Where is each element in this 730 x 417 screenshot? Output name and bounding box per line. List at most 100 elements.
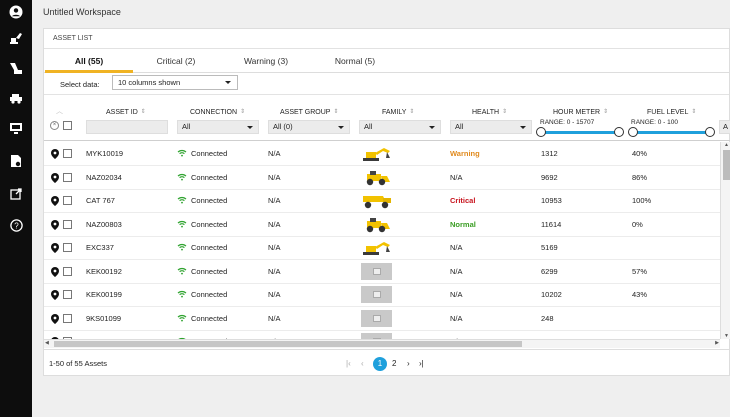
col-health[interactable]: HEALTH ⇕ (472, 108, 507, 116)
asset-list-panel: ASSET LIST All (55) Critical (2) Warning… (43, 28, 730, 376)
table-row[interactable]: CJB00524ConnectedN/AN/A367955% (44, 330, 720, 339)
tab-critical[interactable]: Critical (2) (139, 49, 213, 73)
row-checkbox[interactable] (63, 172, 72, 182)
scroll-down-icon[interactable]: ▼ (724, 333, 729, 339)
sort-icon: ⇕ (691, 109, 697, 115)
asset-group: N/A (268, 290, 281, 299)
health-filter[interactable]: All (450, 120, 532, 134)
asset-id[interactable]: NAZ00803 (86, 220, 122, 229)
fuel-level: 43% (632, 290, 648, 299)
first-page-button[interactable]: |‹ (346, 359, 351, 368)
truck-icon[interactable] (6, 88, 26, 108)
sort-icon: ⇕ (409, 109, 415, 115)
next-column-filter[interactable]: A (719, 120, 730, 134)
col-asset-id[interactable]: ASSET ID ⇕ (106, 108, 146, 116)
excavator-icon[interactable] (6, 28, 26, 48)
row-checkbox[interactable] (63, 149, 72, 158)
horizontal-scrollbar[interactable]: ◀ ▶ (44, 339, 720, 348)
scroll-right-icon[interactable]: ▶ (715, 340, 719, 346)
hour-meter-min-handle[interactable] (536, 127, 546, 137)
map-pin-icon[interactable] (51, 243, 59, 253)
hour-meter: 10953 (541, 196, 562, 205)
map-pin-icon[interactable] (51, 290, 59, 300)
asset-id[interactable]: KEK00199 (86, 290, 122, 299)
col-asset-group[interactable]: ASSET GROUP ⇕ (280, 108, 338, 116)
fuel-level-min-handle[interactable] (628, 127, 638, 137)
table-row[interactable]: KEK00199 Connected N/A N/A 10202 43% (44, 283, 720, 307)
select-all-checkbox[interactable] (63, 121, 72, 130)
asset-id[interactable]: MYK10019 (86, 149, 123, 158)
wifi-icon (177, 220, 187, 227)
table-row[interactable]: EXC337 Connected N/A N/A 5169 (44, 236, 720, 260)
table-row[interactable]: KEK00192 Connected N/A N/A 6299 57% (44, 260, 720, 284)
tab-all[interactable]: All (55) (45, 49, 133, 73)
row-checkbox[interactable] (63, 219, 72, 229)
asset-group-filter[interactable]: All (0) (268, 120, 350, 134)
table-row[interactable]: CAT 767 Connected N/A Critical 10953 100% (44, 189, 720, 213)
vertical-scrollbar[interactable]: ▲ ▼ (720, 142, 730, 339)
asset-group: N/A (268, 266, 281, 276)
asset-id-filter[interactable] (86, 120, 168, 134)
asset-id[interactable]: 9KS01099 (86, 314, 121, 323)
page-1-button[interactable]: 1 (373, 357, 387, 371)
scroll-up-icon[interactable]: ▲ (724, 142, 729, 148)
hour-meter: 1312 (541, 149, 558, 158)
map-pin-icon[interactable] (51, 149, 59, 159)
map-pin-icon[interactable] (51, 219, 59, 230)
chevron-down-icon (520, 126, 526, 129)
map-pin-icon[interactable] (51, 172, 59, 183)
loader-icon[interactable] (6, 58, 26, 78)
row-checkbox[interactable] (63, 266, 72, 276)
fuel-level-range: RANGE: 0 - 100 (631, 119, 678, 126)
connection-filter[interactable]: All (177, 120, 259, 134)
wifi-icon (177, 314, 187, 321)
col-hour-meter[interactable]: HOUR METER ⇕ (553, 108, 608, 116)
asset-id[interactable]: CAT 767 (86, 196, 115, 205)
sort-up-icon: ︿ (56, 108, 63, 115)
col-family[interactable]: FAMILY ⇕ (382, 108, 414, 116)
hour-meter-max-handle[interactable] (614, 127, 624, 137)
fuel-level: 100% (632, 196, 652, 205)
map-pin-icon[interactable] (51, 266, 59, 277)
sort-icon: ⇕ (603, 109, 609, 115)
next-page-button[interactable]: › (407, 359, 410, 368)
clear-filters-icon[interactable]: × (50, 121, 59, 130)
map-pin-icon[interactable] (51, 196, 59, 206)
row-checkbox[interactable] (63, 313, 72, 323)
user-icon[interactable] (6, 2, 26, 22)
health-status: Warning (450, 149, 480, 158)
page-2-button[interactable]: 2 (392, 359, 396, 368)
asset-id[interactable]: NAZ02034 (86, 173, 122, 182)
table-row[interactable]: NAZ02034 Connected N/A N/A 9692 86% (44, 166, 720, 190)
select-data-row: Select data: 10 columns shown (44, 73, 729, 95)
columns-select[interactable]: 10 columns shown (112, 75, 238, 90)
report-icon[interactable] (6, 151, 26, 171)
tab-warning[interactable]: Warning (3) (227, 49, 305, 73)
col-connection[interactable]: CONNECTION ⇕ (190, 108, 245, 116)
table-row[interactable]: MYK10019 Connected N/A Warning 1312 40% (44, 142, 720, 166)
asset-id[interactable]: EXC337 (86, 243, 114, 252)
map-pin-icon[interactable] (51, 313, 59, 324)
fuel-level-max-handle[interactable] (705, 127, 715, 137)
row-checkbox[interactable] (63, 290, 72, 299)
wifi-icon (177, 290, 187, 298)
scroll-left-icon[interactable]: ◀ (45, 340, 49, 346)
prev-page-button[interactable]: ‹ (361, 359, 364, 368)
last-page-button[interactable]: ›| (419, 359, 424, 368)
vertical-scroll-thumb[interactable] (723, 150, 730, 180)
table-row[interactable]: NAZ00803 Connected N/A Normal 11614 0% (44, 213, 720, 237)
horizontal-scroll-thumb[interactable] (54, 341, 522, 347)
tab-normal[interactable]: Normal (5) (318, 49, 392, 73)
col-fuel-level[interactable]: FUEL LEVEL ⇕ (647, 108, 696, 116)
health-tabs: All (55) Critical (2) Warning (3) Normal… (44, 49, 729, 73)
asset-id[interactable]: KEK00192 (86, 267, 122, 276)
external-link-icon[interactable] (6, 184, 26, 204)
haul-truck-image (363, 196, 391, 209)
monitor-icon[interactable] (6, 118, 26, 138)
row-checkbox[interactable] (63, 196, 72, 205)
help-icon[interactable]: ? (6, 215, 26, 235)
connection-status: Connected (177, 220, 227, 229)
family-filter[interactable]: All (359, 120, 441, 134)
table-row[interactable]: 9KS01099 Connected N/A N/A 248 (44, 307, 720, 331)
row-checkbox[interactable] (63, 243, 72, 252)
